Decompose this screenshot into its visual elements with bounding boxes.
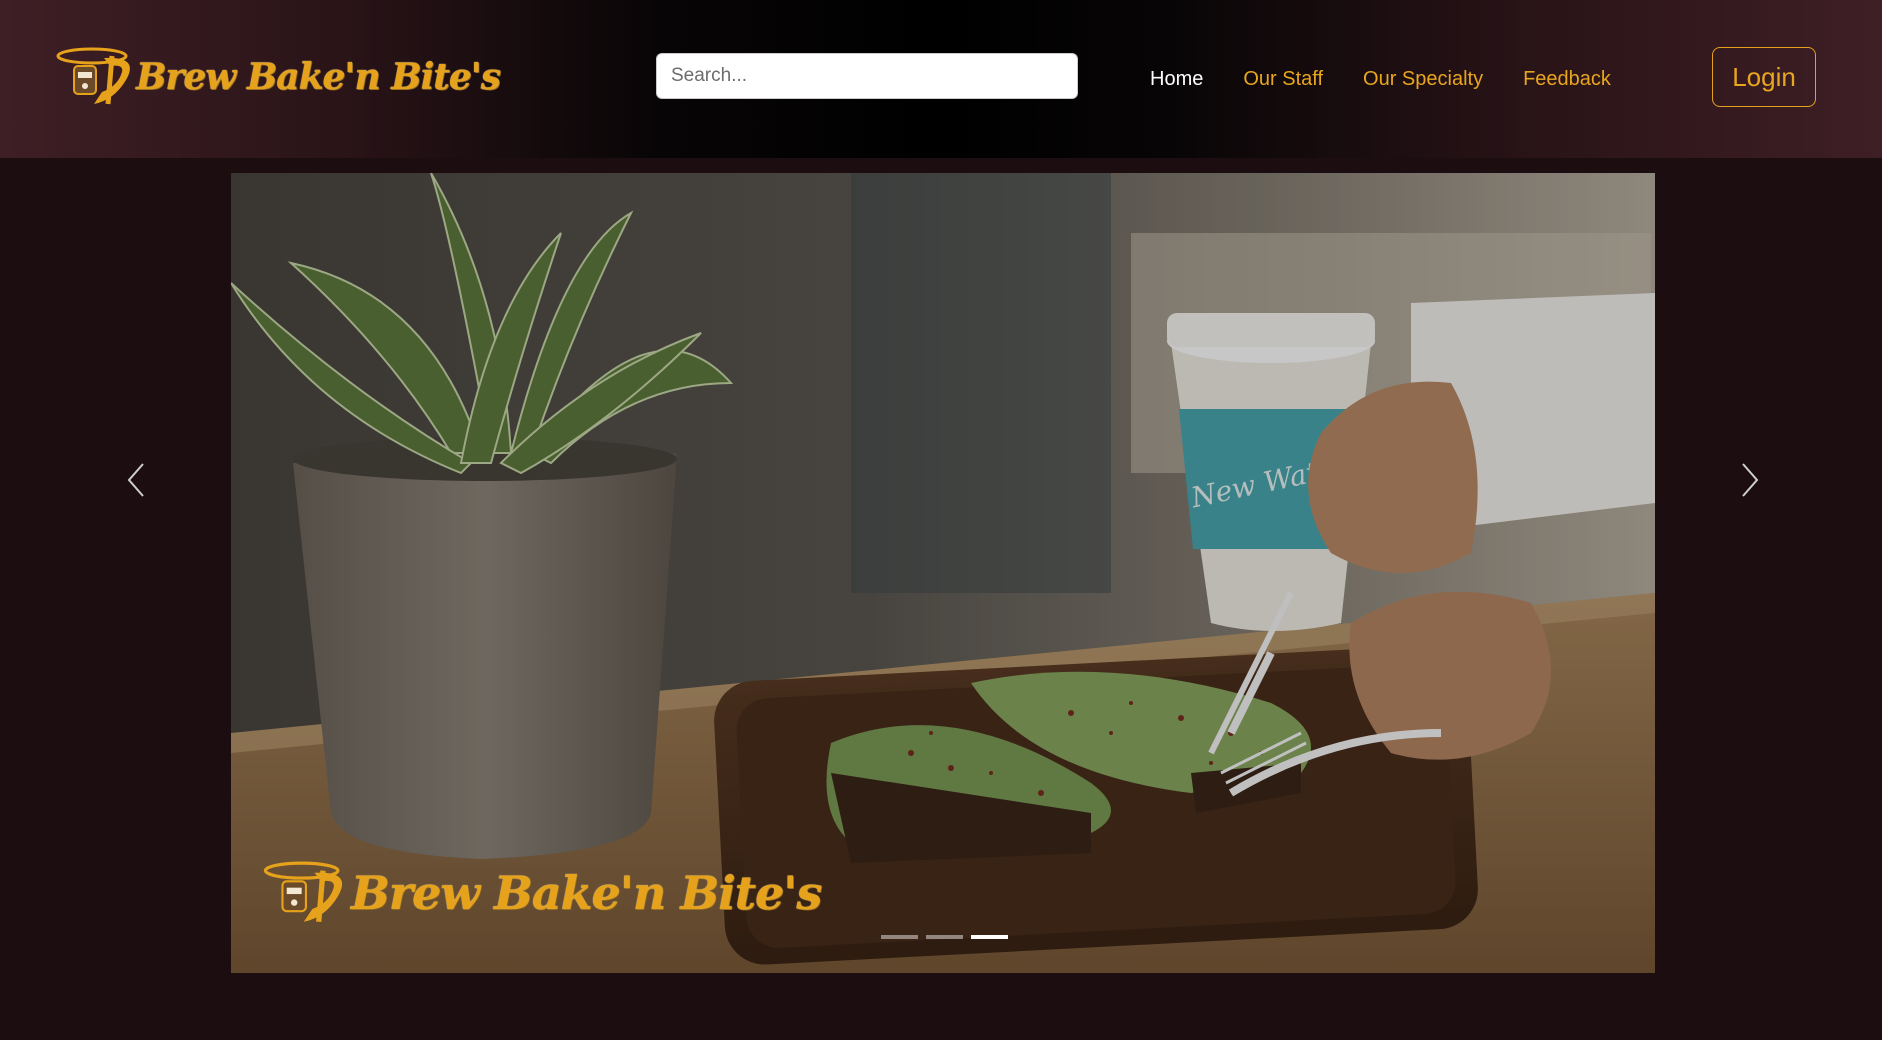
nav-link-feedback[interactable]: Feedback (1523, 68, 1611, 91)
coffee-cup-logo-icon (52, 44, 142, 110)
carousel-caption-logo: Brew Bake'n Bite's (259, 853, 822, 933)
chevron-left-icon (127, 463, 144, 497)
hero-carousel: New Water Brew Bake'n Bite's (231, 173, 1655, 973)
nav-link-home[interactable]: Home (1150, 68, 1203, 91)
brand-logo[interactable]: Brew Bake'n Bite's (52, 44, 501, 110)
login-button[interactable]: Login (1712, 47, 1816, 107)
carousel-indicator-active[interactable] (971, 935, 1008, 939)
carousel-indicator[interactable] (926, 935, 963, 939)
chevron-right-icon (1742, 463, 1759, 497)
carousel-caption-brand: Brew Bake'n Bite's (351, 866, 822, 920)
nav-link-our-staff[interactable]: Our Staff (1243, 68, 1323, 91)
nav-link-our-specialty[interactable]: Our Specialty (1363, 68, 1483, 91)
carousel-prev-button[interactable] (116, 455, 156, 505)
carousel-indicator[interactable] (881, 935, 918, 939)
brand-name: Brew Bake'n Bite's (136, 56, 501, 98)
navbar: Brew Bake'n Bite's Home Our Staff Our Sp… (0, 0, 1882, 158)
carousel-next-button[interactable] (1730, 455, 1770, 505)
coffee-cup-logo-icon (259, 857, 355, 929)
main-nav: Home Our Staff Our Specialty Feedback (1150, 64, 1611, 94)
carousel-indicators (881, 935, 1008, 939)
search-input[interactable] (656, 53, 1078, 99)
